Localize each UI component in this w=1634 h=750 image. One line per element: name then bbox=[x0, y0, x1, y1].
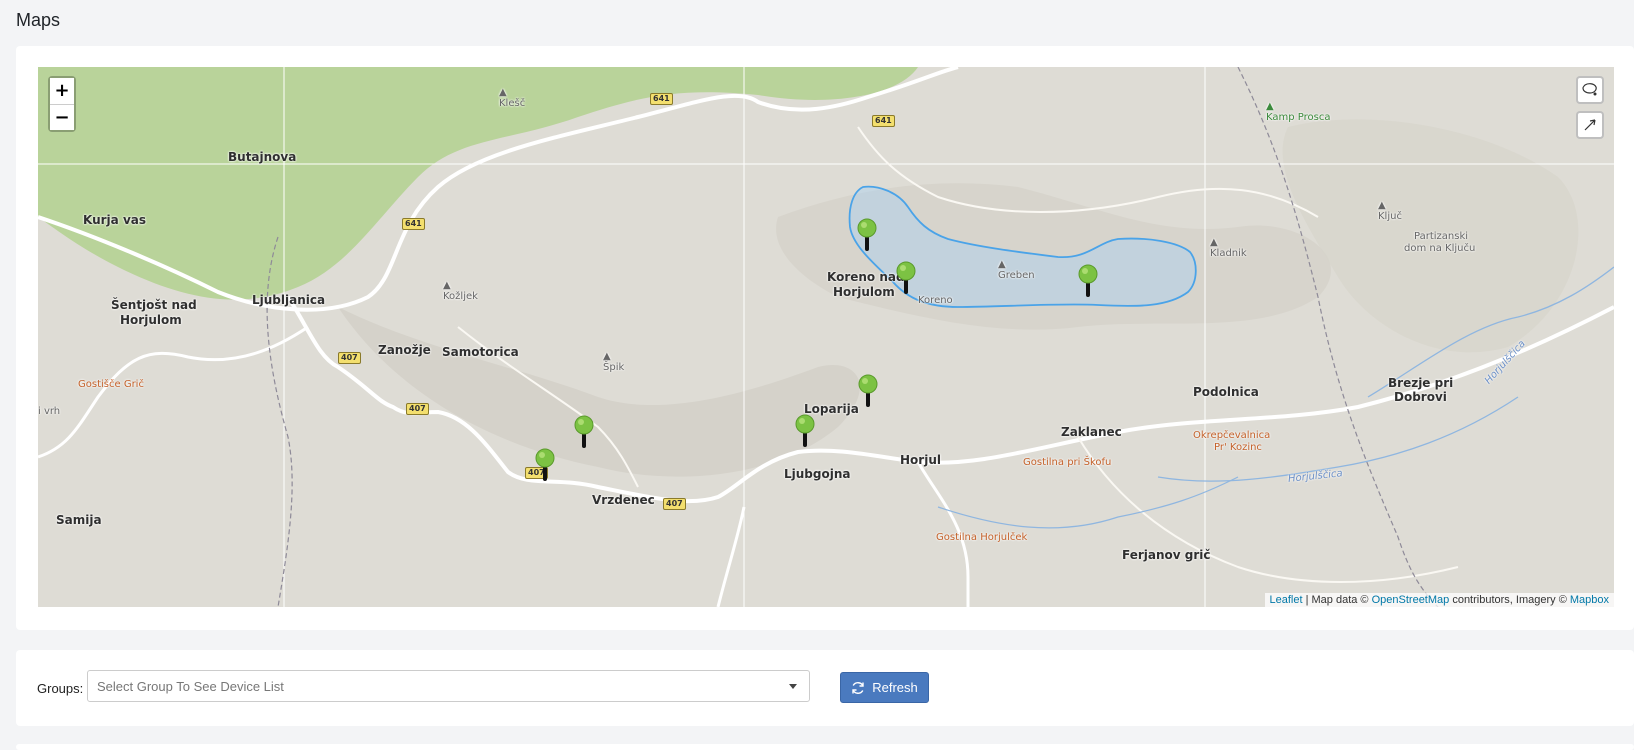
town-label: Butajnova bbox=[228, 150, 297, 164]
town-label: Horjulom bbox=[120, 313, 182, 327]
peak-label: ▲ Greben bbox=[998, 259, 1035, 281]
draw-polygon-icon bbox=[1582, 83, 1597, 96]
poi-label: Gostilna Horjulček bbox=[936, 532, 1028, 543]
road-shield: 407 bbox=[663, 498, 686, 510]
refresh-icon bbox=[852, 681, 864, 694]
road-shield: 641 bbox=[402, 218, 425, 230]
chevron-down-icon bbox=[789, 684, 797, 689]
zoom-control: + − bbox=[48, 76, 76, 132]
town-label: Ljubgojna bbox=[784, 467, 851, 481]
peak-label: Koreno bbox=[918, 295, 953, 306]
town-label: Zanožje bbox=[378, 343, 431, 357]
peak-label: dom na Ključu bbox=[1404, 243, 1476, 254]
poi-label: Gostilna pri Škofu bbox=[1023, 457, 1112, 468]
town-label: Brezje pri bbox=[1388, 376, 1454, 390]
peak-label: ▲ Ključ bbox=[1378, 200, 1402, 222]
refresh-label: Refresh bbox=[872, 680, 918, 695]
mapbox-link[interactable]: Mapbox bbox=[1570, 594, 1609, 606]
poi-label: Gostišče Grič bbox=[78, 379, 144, 390]
map-view[interactable]: Butajnova Kurja vas Ljubljanica Šentjošt… bbox=[38, 67, 1614, 607]
town-label: Horjulom bbox=[833, 285, 895, 299]
device-marker[interactable] bbox=[794, 413, 816, 459]
leaflet-link[interactable]: Leaflet bbox=[1270, 594, 1303, 606]
groups-label: Groups: bbox=[37, 681, 84, 696]
town-label: Ferjanov grič bbox=[1122, 548, 1211, 562]
town-label: Zaklanec bbox=[1061, 425, 1122, 439]
town-label: Ljubljanica bbox=[252, 293, 326, 307]
group-select[interactable]: Select Group To See Device List bbox=[87, 670, 810, 702]
draw-marker-icon bbox=[1584, 119, 1596, 131]
poi-label: Pr' Kozinc bbox=[1214, 442, 1262, 453]
road-shield: 641 bbox=[650, 93, 673, 105]
map-card: Butajnova Kurja vas Ljubljanica Šentjošt… bbox=[16, 46, 1634, 630]
osm-link[interactable]: OpenStreetMap bbox=[1372, 594, 1450, 606]
refresh-button[interactable]: Refresh bbox=[840, 672, 929, 703]
town-label: Samotorica bbox=[442, 345, 519, 359]
draw-marker-button[interactable] bbox=[1576, 111, 1604, 139]
peak-label: Partizanski bbox=[1414, 231, 1469, 242]
road-shield: 641 bbox=[872, 115, 895, 127]
device-marker[interactable] bbox=[1077, 263, 1099, 309]
attribution-text: | Map data © bbox=[1302, 594, 1372, 606]
device-marker[interactable] bbox=[895, 260, 917, 306]
town-label: Podolnica bbox=[1193, 385, 1259, 399]
town-label: Vrzdenec bbox=[592, 493, 655, 507]
device-marker[interactable] bbox=[857, 373, 879, 419]
map-attribution: Leaflet | Map data © OpenStreetMap contr… bbox=[1264, 593, 1614, 607]
peak-label: ▲ Kožljek bbox=[443, 280, 478, 302]
device-marker[interactable] bbox=[856, 217, 878, 263]
peak-label: ▲ Klešč bbox=[499, 87, 526, 109]
town-label: Šentjošt nad bbox=[111, 298, 197, 312]
road-shield: 407 bbox=[338, 352, 361, 364]
group-select-placeholder: Select Group To See Device List bbox=[97, 679, 284, 694]
town-label: Horjul bbox=[900, 453, 941, 467]
poi-label: Okrepčevalnica bbox=[1193, 430, 1271, 441]
groups-card: Groups: Select Group To See Device List … bbox=[16, 650, 1634, 726]
town-label: Dobrovi bbox=[1394, 390, 1447, 404]
peak-label: i vrh bbox=[38, 406, 61, 417]
road-shield: 407 bbox=[406, 403, 429, 415]
peak-label: ▲ Špik bbox=[603, 351, 625, 373]
town-label: Kurja vas bbox=[83, 213, 146, 227]
map-base bbox=[38, 67, 1614, 607]
zoom-out-button[interactable]: − bbox=[50, 104, 74, 130]
town-label: Samija bbox=[56, 513, 102, 527]
device-marker[interactable] bbox=[534, 447, 556, 493]
camp-label: ▲ Kamp Prosca bbox=[1266, 101, 1331, 123]
peak-label: ▲ Kladnik bbox=[1210, 237, 1247, 259]
device-marker[interactable] bbox=[573, 414, 595, 460]
draw-polygon-button[interactable] bbox=[1576, 76, 1604, 104]
zoom-in-button[interactable]: + bbox=[50, 78, 74, 104]
attribution-text: contributors, Imagery © bbox=[1449, 594, 1570, 606]
town-label: Koreno nad bbox=[827, 270, 905, 284]
bottom-card bbox=[16, 744, 1634, 750]
page-title: Maps bbox=[16, 10, 61, 30]
